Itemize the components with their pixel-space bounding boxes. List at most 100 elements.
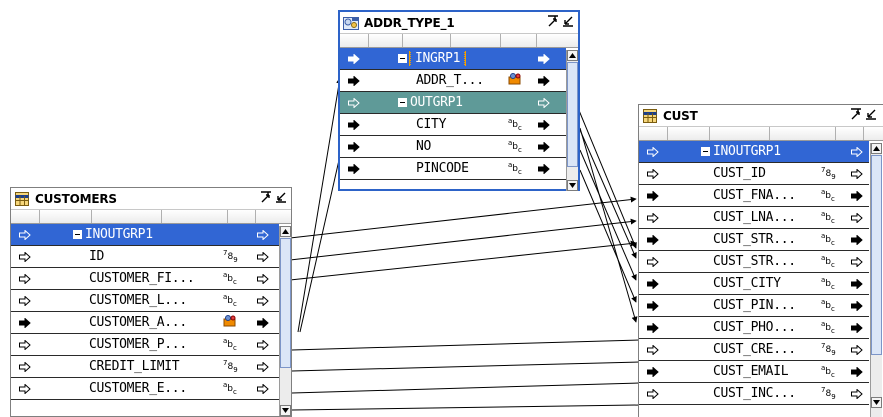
- attribute-row[interactable]: NO abc: [340, 136, 566, 158]
- operator-customers[interactable]: CUSTOMERS INOUTGRP1 ID 789 CUSTOMER_FI... ab…: [10, 187, 292, 417]
- port-connector-icon[interactable]: [255, 383, 271, 394]
- port-connector-icon[interactable]: [255, 317, 271, 328]
- minimize-icon[interactable]: [547, 15, 559, 27]
- port-connector-icon[interactable]: [849, 388, 865, 399]
- operator-addr-type[interactable]: ADDR_TYPE_1 INGRP1 ADDR_T... OUTGRP1 CITY ab…: [338, 10, 580, 191]
- collapse-group-icon[interactable]: [701, 147, 710, 156]
- string-type-icon: abc: [223, 292, 237, 308]
- attribute-row[interactable]: CUST_ID 789: [639, 163, 869, 185]
- port-connector-icon[interactable]: [849, 256, 865, 267]
- port-connector-icon[interactable]: [849, 300, 865, 311]
- port-connector-icon[interactable]: [536, 141, 552, 152]
- group-row[interactable]: INGRP1: [340, 48, 566, 70]
- operator-cust[interactable]: CUST INOUTGRP1 CUST_ID 789 CUST_FNA... abc CU…: [638, 104, 883, 417]
- port-direction-icon: [639, 344, 667, 355]
- minimize-icon[interactable]: [260, 191, 272, 203]
- port-connector-icon[interactable]: [536, 75, 552, 86]
- scroll-up-button[interactable]: [567, 50, 578, 61]
- attribute-row[interactable]: CITY abc: [340, 114, 566, 136]
- collapse-icon[interactable]: [562, 15, 574, 27]
- attribute-row[interactable]: CUSTOMER_A...: [11, 312, 279, 334]
- attribute-row[interactable]: CUSTOMER_E... abc: [11, 378, 279, 400]
- attribute-row[interactable]: CUST_STR... abc: [639, 251, 869, 273]
- group-row[interactable]: OUTGRP1: [340, 92, 566, 114]
- string-type-icon: abc: [223, 380, 237, 396]
- port-connector-icon[interactable]: [255, 251, 271, 262]
- attribute-row[interactable]: CREDIT_LIMIT 789: [11, 356, 279, 378]
- scroll-down-button[interactable]: [871, 397, 882, 408]
- operator-title-bar[interactable]: CUST: [639, 105, 883, 127]
- port-connector-icon[interactable]: [849, 212, 865, 223]
- attribute-row[interactable]: CUST_PHO... abc: [639, 317, 869, 339]
- collapse-group-icon[interactable]: [398, 54, 407, 63]
- attribute-name: CUST_INC...: [713, 386, 796, 401]
- mapping-canvas[interactable]: ADDR_TYPE_1 INGRP1 ADDR_T... OUTGRP1 CITY ab…: [0, 0, 883, 417]
- group-row[interactable]: INOUTGRP1: [639, 141, 869, 163]
- port-connector-icon[interactable]: [849, 322, 865, 333]
- scrollbar[interactable]: [870, 143, 882, 417]
- port-connector-icon[interactable]: [849, 146, 865, 157]
- port-direction-icon: [11, 295, 39, 306]
- port-direction-icon: [11, 251, 39, 262]
- port-connector-icon[interactable]: [255, 273, 271, 284]
- attribute-row[interactable]: CUST_PIN... abc: [639, 295, 869, 317]
- attribute-row[interactable]: CUST_FNA... abc: [639, 185, 869, 207]
- scrollbar[interactable]: [279, 226, 291, 416]
- attribute-name: CUST_STR...: [713, 254, 796, 269]
- port-connector-icon[interactable]: [849, 190, 865, 201]
- attribute-name: CUST_EMAIL: [713, 364, 789, 379]
- scroll-up-button[interactable]: [871, 143, 882, 154]
- attribute-row[interactable]: CUST_CITY abc: [639, 273, 869, 295]
- scroll-thumb[interactable]: [567, 62, 578, 167]
- attribute-row[interactable]: CUST_INC... 789: [639, 383, 869, 405]
- minimize-icon[interactable]: [850, 108, 862, 120]
- port-connector-icon[interactable]: [255, 339, 271, 350]
- port-connector-icon[interactable]: [536, 163, 552, 174]
- port-direction-icon: [639, 146, 667, 157]
- scroll-up-button[interactable]: [280, 226, 291, 237]
- attribute-row[interactable]: ID 789: [11, 246, 279, 268]
- attribute-row[interactable]: CUST_CRE... 789: [639, 339, 869, 361]
- port-connector-icon[interactable]: [536, 97, 552, 108]
- port-connector-icon[interactable]: [849, 168, 865, 179]
- operator-title-bar[interactable]: CUSTOMERS: [11, 188, 291, 210]
- attribute-row[interactable]: ADDR_T...: [340, 70, 566, 92]
- string-type-icon: abc: [821, 209, 835, 225]
- port-connector-icon[interactable]: [849, 234, 865, 245]
- operator-title-bar[interactable]: ADDR_TYPE_1: [340, 12, 578, 34]
- attribute-row[interactable]: CUSTOMER_L... abc: [11, 290, 279, 312]
- scroll-down-button[interactable]: [280, 405, 291, 416]
- attribute-row[interactable]: CUST_LNA... abc: [639, 207, 869, 229]
- group-row[interactable]: INOUTGRP1: [11, 224, 279, 246]
- attribute-row[interactable]: CUST_STR... abc: [639, 229, 869, 251]
- port-connector-icon[interactable]: [536, 119, 552, 130]
- port-direction-icon: [340, 119, 368, 130]
- attribute-row[interactable]: PINCODE abc: [340, 158, 566, 180]
- transformation-icon: [343, 16, 359, 30]
- attribute-row[interactable]: CUSTOMER_FI... abc: [11, 268, 279, 290]
- port-connector-icon[interactable]: [255, 295, 271, 306]
- attribute-name: NO: [416, 139, 432, 154]
- scroll-thumb[interactable]: [280, 238, 291, 368]
- attribute-row[interactable]: CUST_EMAIL abc: [639, 361, 869, 383]
- scrollbar[interactable]: [566, 50, 578, 191]
- port-connector-icon[interactable]: [849, 366, 865, 377]
- collapse-icon[interactable]: [275, 191, 287, 203]
- collapse-group-icon[interactable]: [398, 98, 407, 107]
- collapse-group-icon[interactable]: [73, 230, 82, 239]
- attribute-name: CUST_CRE...: [713, 342, 796, 357]
- attribute-row[interactable]: CUSTOMER_P... abc: [11, 334, 279, 356]
- port-connector-icon[interactable]: [849, 278, 865, 289]
- port-connector-icon[interactable]: [255, 361, 271, 372]
- scroll-thumb[interactable]: [871, 155, 882, 355]
- connection-line: [579, 169, 637, 303]
- port-connector-icon[interactable]: [536, 53, 552, 64]
- port-direction-icon: [11, 361, 39, 372]
- scroll-down-button[interactable]: [567, 180, 578, 191]
- object-type-icon: [223, 315, 237, 330]
- group-name: INOUTGRP1: [85, 227, 153, 242]
- group-name: OUTGRP1: [410, 95, 463, 110]
- collapse-icon[interactable]: [865, 108, 877, 120]
- port-connector-icon[interactable]: [849, 344, 865, 355]
- port-connector-icon[interactable]: [255, 229, 271, 240]
